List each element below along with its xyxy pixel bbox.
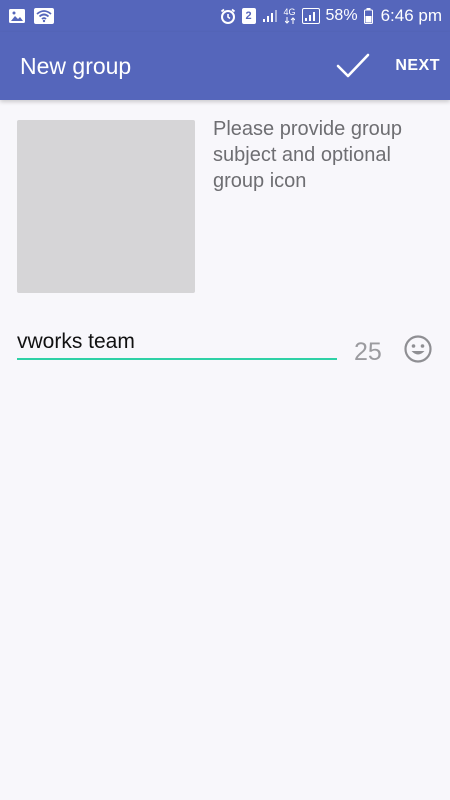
wifi-icon [34,8,54,24]
image-icon [8,8,26,24]
status-bar: 2 4G 58% 6:46 pm [0,0,450,32]
check-icon [337,53,370,78]
battery-percent: 58% [325,7,358,24]
group-subject-input[interactable] [17,326,337,358]
group-icon-picker[interactable] [17,120,195,293]
group-icon-row [17,120,195,293]
subject-underline [17,358,337,360]
alarm-icon [220,8,236,24]
page-title: New group [20,52,132,79]
confirm-button[interactable] [333,46,373,86]
network-type: 4G [284,8,296,24]
clock: 6:46 pm [380,6,442,25]
status-right: 2 4G 58% 6:46 pm [220,6,442,26]
group-hint-text: Please provide group subject and optiona… [213,118,403,192]
sim-slot-badge: 2 [241,8,256,24]
status-left [8,8,54,24]
app-bar-actions: NEXT [333,46,440,86]
network-type-label: 4G [283,7,296,17]
signal-icon [301,8,320,24]
char-count: 25 [354,338,382,366]
app-bar: New group NEXT [0,32,450,100]
signal-icon [262,9,278,23]
next-button[interactable]: NEXT [395,51,440,81]
emoji-button[interactable] [403,334,433,364]
smiley-icon [404,335,432,363]
battery-icon [363,8,373,24]
subject-row: 25 [17,326,437,366]
